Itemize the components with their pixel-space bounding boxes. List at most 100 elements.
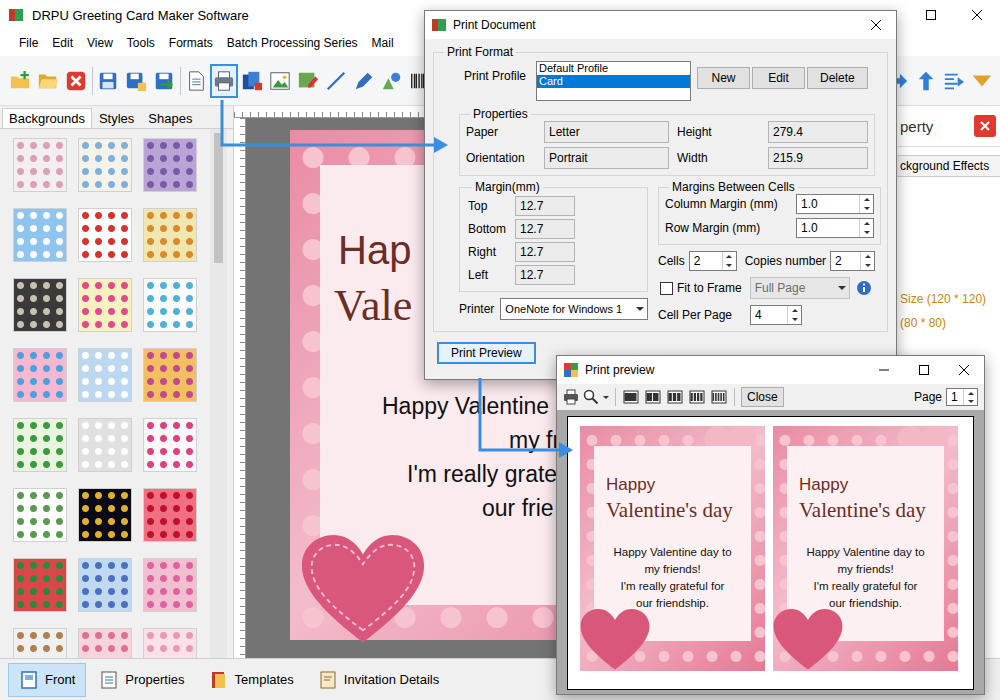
background-thumbnail[interactable] [79,419,131,471]
bottom-tab[interactable]: Invitation Details [307,663,450,697]
toolbar-button[interactable] [94,64,122,98]
toolbar-button[interactable] [378,64,406,98]
info-icon[interactable] [856,280,872,296]
background-thumbnail[interactable] [79,279,131,331]
background-thumbnail[interactable] [14,489,66,541]
menu-item[interactable]: File [12,36,45,50]
background-thumbnail[interactable] [79,489,131,541]
toolbar-button[interactable] [6,64,34,98]
page-layout-icon[interactable] [689,389,705,405]
toolbar-button[interactable] [62,64,90,98]
maximize-button[interactable] [908,0,954,30]
background-thumbnail[interactable] [14,559,66,611]
background-thumbnail[interactable] [14,629,66,658]
background-thumbnail[interactable] [14,419,66,471]
background-thumbnail[interactable] [79,349,131,401]
field-label: Width [677,151,760,165]
profile-button[interactable]: Edit [752,67,805,89]
menu-item[interactable]: Formats [162,36,220,50]
toolbar-button[interactable] [350,64,378,98]
scrollbar[interactable] [210,129,227,658]
page-layout-icon[interactable] [623,389,639,405]
page-layout-icon[interactable] [645,389,661,405]
toolbar-button[interactable] [122,64,150,98]
profile-button[interactable]: Delete [807,67,868,89]
fit-to-frame-checkbox[interactable] [660,282,673,295]
toolbar-button[interactable] [182,64,210,98]
maximize-icon [926,10,936,20]
background-thumbnail[interactable] [144,209,196,261]
copies-spinner[interactable]: 2 [830,251,875,271]
toolbar-button[interactable] [912,64,940,98]
page-layout-icon[interactable] [667,389,683,405]
profile-item[interactable]: Default Profile [537,62,690,75]
zoom-icon[interactable] [583,389,599,405]
panel-tab[interactable]: Styles [92,108,141,128]
property-field: Letter [544,121,669,143]
menu-item[interactable]: Tools [120,36,162,50]
panel-tab[interactable]: Backgrounds [2,108,92,128]
margin-field: 12.7 [515,219,575,239]
bottom-tab[interactable]: Templates [198,663,305,697]
background-thumbnail[interactable] [79,559,131,611]
toolbar-button[interactable] [34,64,62,98]
toolbar-button[interactable] [210,64,238,98]
profile-button[interactable]: New [697,67,750,89]
background-thumbnail[interactable] [79,629,131,658]
background-thumbnail[interactable] [14,209,66,261]
printer-icon[interactable] [563,389,579,405]
size-option[interactable]: (80 * 80) [900,316,1000,330]
panel-tab[interactable]: Shapes [141,108,199,128]
background-thumbnail[interactable] [14,139,66,191]
toolbar-button[interactable] [150,64,178,98]
background-thumbnail[interactable] [144,139,196,191]
panel-close-button[interactable] [974,115,996,137]
field-label: Orientation [466,151,536,165]
preview-close-button[interactable]: Close [741,387,784,407]
background-thumbnail[interactable] [144,559,196,611]
menu-item[interactable]: Edit [45,36,80,50]
size-option[interactable]: Size (120 * 120) [900,292,1000,306]
toolbar-button[interactable] [968,64,996,98]
close-button[interactable] [954,0,1000,30]
toolbar-button[interactable] [322,64,350,98]
cell-margin-spinner[interactable]: 1.0 [796,194,874,214]
maximize-button[interactable] [904,356,944,384]
preview-toolbar: ClosePage1 [557,384,984,410]
printer-select[interactable]: OneNote for Windows 1 [500,298,648,320]
background-thumbnail[interactable] [79,209,131,261]
toolbar-button[interactable] [294,64,322,98]
background-thumbnail[interactable] [14,349,66,401]
background-thumbnail[interactable] [14,279,66,331]
cell-margin-spinner[interactable]: 1.0 [796,218,874,238]
cell-per-page-spinner[interactable]: 4 [750,305,802,325]
background-thumbnail[interactable] [144,489,196,541]
toolbar-button[interactable] [940,64,968,98]
bottom-tab[interactable]: Properties [88,663,195,697]
page-spinner[interactable]: 1 [946,388,978,406]
scroll-thumb[interactable] [214,133,223,263]
menu-item[interactable]: Mail [365,36,401,50]
background-effects-tab[interactable]: ckground Effects [880,155,1000,177]
minimize-button[interactable] [864,356,904,384]
toolbar-button[interactable] [266,64,294,98]
toolbar-button[interactable] [238,64,266,98]
close-button[interactable] [944,356,984,384]
background-thumbnail[interactable] [144,279,196,331]
cells-spinner[interactable]: 2 [689,251,737,271]
picture-icon [297,70,319,92]
page-layout-icon[interactable] [711,389,727,405]
menu-item[interactable]: Batch Processing Series [220,36,365,50]
background-thumbnail[interactable] [79,139,131,191]
background-thumbnail[interactable] [144,419,196,471]
background-thumbnail[interactable] [144,349,196,401]
print-preview-button[interactable]: Print Preview [437,342,536,364]
background-thumbnail[interactable] [144,629,196,658]
maximize-icon [919,365,929,375]
menu-item[interactable]: View [80,36,120,50]
bottom-tab[interactable]: Front [8,663,86,697]
dialog-close-button[interactable] [856,11,896,39]
profile-list[interactable]: Default ProfileCard [536,61,691,101]
export-icon [153,70,175,92]
profile-item[interactable]: Card [537,75,690,88]
